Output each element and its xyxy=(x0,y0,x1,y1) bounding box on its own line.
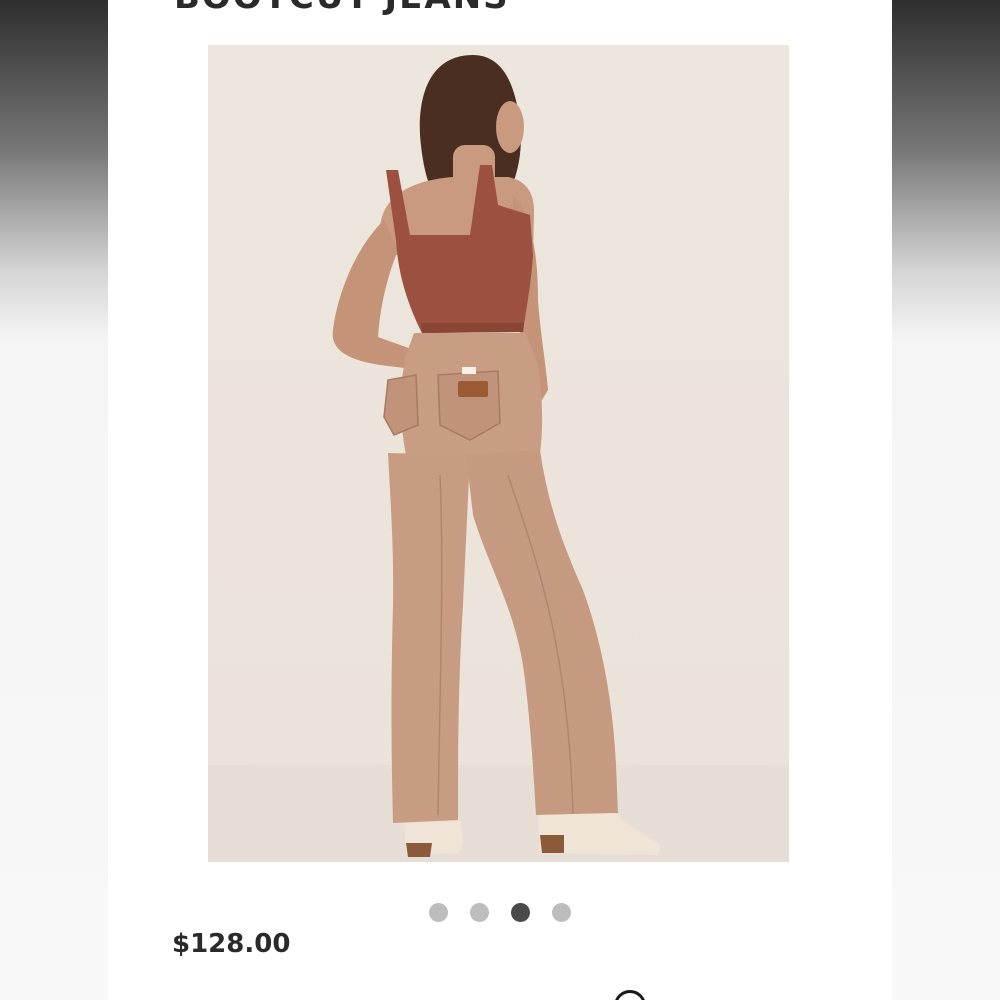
carousel-indicators xyxy=(108,903,892,922)
screen: BOOTCUT JEANS xyxy=(0,0,1000,1000)
background-left xyxy=(0,0,108,1000)
product-price: $128.00 xyxy=(172,929,291,959)
product-image[interactable] xyxy=(208,45,789,862)
product-title: BOOTCUT JEANS xyxy=(174,0,510,14)
carousel-dot-2[interactable] xyxy=(470,903,489,922)
background-right xyxy=(892,0,1000,1000)
product-photo-illustration xyxy=(208,55,789,862)
carousel-dot-1[interactable] xyxy=(429,903,448,922)
carousel-dot-3[interactable] xyxy=(511,903,530,922)
product-card: BOOTCUT JEANS xyxy=(108,0,892,1000)
circle-icon[interactable] xyxy=(614,990,646,1000)
carousel-dot-4[interactable] xyxy=(552,903,571,922)
